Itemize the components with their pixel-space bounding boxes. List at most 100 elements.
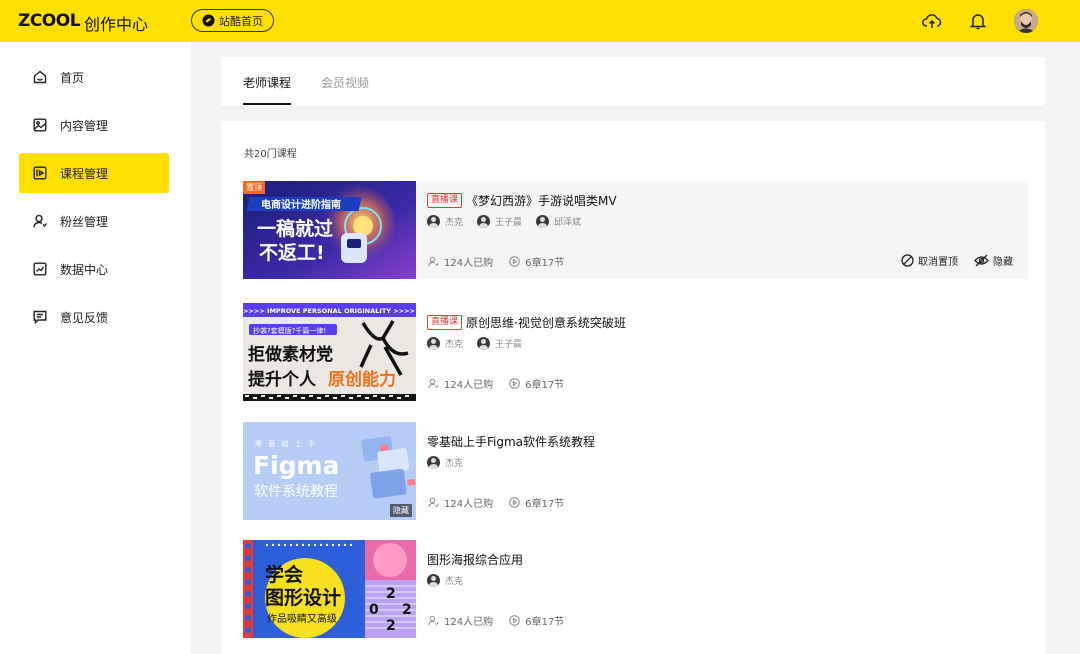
ban-icon xyxy=(901,254,914,267)
course-item[interactable]: >>>> IMPROVE PERSONAL ORIGINALITY >>>> 抄… xyxy=(243,303,1028,401)
thumb-text: 一稿就过 xyxy=(257,217,333,240)
course-title[interactable]: 零基础上手Figma软件系统教程 xyxy=(427,433,595,450)
user-icon xyxy=(428,615,439,626)
tab-bar: 老师课程 会员视频 xyxy=(221,57,1045,106)
teacher-name: 杰克 xyxy=(445,340,464,350)
user-icon xyxy=(428,256,439,267)
zcool-home-button[interactable]: 站酷首页 xyxy=(191,9,274,32)
feedback-icon xyxy=(32,310,47,325)
teacher: 杰克 xyxy=(427,574,463,587)
sidebar-item-label: 粉丝管理 xyxy=(60,214,109,229)
live-tag: 直播课 xyxy=(427,193,463,208)
play-circle-icon xyxy=(509,256,520,267)
course-thumbnail[interactable]: 电商设计进阶指南 一稿就过 不返工! 置顶 xyxy=(243,181,416,279)
sidebar-item-data[interactable]: 数据中心 xyxy=(19,249,169,289)
sidebar-item-content[interactable]: 内容管理 xyxy=(19,105,169,145)
teacher: 王子晨 xyxy=(477,215,522,228)
unpin-label: 取消置顶 xyxy=(918,257,958,268)
pinned-badge: 置顶 xyxy=(243,181,265,194)
sidebar-item-home[interactable]: 首页 xyxy=(19,57,169,97)
user-icon xyxy=(428,497,439,508)
tab-member-videos[interactable]: 会员视频 xyxy=(321,74,369,91)
chapters-stat: 6章17节 xyxy=(509,613,564,628)
play-circle-icon xyxy=(509,378,520,389)
chart-icon xyxy=(32,262,47,277)
teacher-name: 杰克 xyxy=(445,459,464,469)
hide-button[interactable]: 隐藏 xyxy=(974,253,1013,268)
course-title[interactable]: 《梦幻西游》手游说唱类MV xyxy=(466,192,617,209)
sidebar-item-feedback[interactable]: 意见反馈 xyxy=(19,297,169,337)
unpin-button[interactable]: 取消置顶 xyxy=(901,253,958,268)
course-count: 共20门课程 xyxy=(244,149,297,160)
tab-teacher-courses[interactable]: 老师课程 xyxy=(243,74,291,91)
buyers-stat: 124人已购 xyxy=(428,495,493,510)
teacher: 杰克 xyxy=(427,215,463,228)
thumb-text: 图形设计 xyxy=(265,587,341,609)
teacher-list: 杰克 王子晨 邱泽斌 xyxy=(427,215,581,228)
course-thumbnail[interactable]: 学会 图形设计 作品吸睛又高级 2 0 2 2 xyxy=(243,540,416,638)
thumb-text: 软件系统教程 xyxy=(254,484,338,500)
teacher-name: 王子晨 xyxy=(495,218,523,228)
course-item[interactable]: 学会 图形设计 作品吸睛又高级 2 0 2 2 图形海报综合应用 杰克 124人… xyxy=(243,540,1028,638)
top-header: ZCOOL 创作中心 站酷首页 xyxy=(0,0,1080,42)
thumb-text: 电商设计进阶指南 xyxy=(261,198,341,211)
buyers-stat: 124人已购 xyxy=(428,254,493,269)
course-stats: 124人已购 6章17节 xyxy=(428,613,564,628)
teacher-avatar xyxy=(477,215,491,228)
chapters-stat: 6章17节 xyxy=(509,254,564,269)
hidden-badge: 隐藏 xyxy=(390,504,412,517)
play-circle-icon xyxy=(509,497,520,508)
thumb-text: 2 xyxy=(386,586,396,602)
course-title[interactable]: 原创思维·视觉创意系统突破班 xyxy=(466,314,626,331)
buyers-stat: 124人已购 xyxy=(428,613,493,628)
upload-icon[interactable] xyxy=(921,10,943,32)
teacher-avatar xyxy=(536,215,550,228)
chapters-count: 6章17节 xyxy=(525,617,565,628)
thumb-text: 抄袭?套模版?千篇一律! xyxy=(253,326,326,335)
teacher-list: 杰克 xyxy=(427,574,463,587)
course-thumbnail[interactable]: >>>> IMPROVE PERSONAL ORIGINALITY >>>> 抄… xyxy=(243,303,416,401)
course-stats: 124人已购 6章17节 xyxy=(428,254,564,269)
live-tag: 直播课 xyxy=(427,315,463,330)
eye-off-icon xyxy=(974,254,989,267)
bell-icon[interactable] xyxy=(967,10,989,32)
sidebar-item-label: 意见反馈 xyxy=(60,310,109,325)
sidebar-item-courses[interactable]: 课程管理 xyxy=(19,153,169,193)
play-circle-icon xyxy=(509,615,520,626)
sidebar-item-label: 首页 xyxy=(60,70,85,85)
chapters-count: 6章17节 xyxy=(525,258,565,269)
zcool-logo[interactable]: ZCOOL xyxy=(18,11,81,31)
course-stats: 124人已购 6章17节 xyxy=(428,495,564,510)
chapters-count: 6章17节 xyxy=(525,380,565,391)
zcool-bird-icon xyxy=(202,14,215,27)
course-title-row: 直播课 《梦幻西游》手游说唱类MV xyxy=(427,192,617,209)
image-icon xyxy=(32,118,47,133)
course-title-row: 直播课 原创思维·视觉创意系统突破班 xyxy=(427,314,626,331)
teacher: 杰克 xyxy=(427,337,463,350)
teacher-name: 杰克 xyxy=(445,218,464,228)
buyers-count: 124人已购 xyxy=(444,499,494,510)
course-actions: 取消置顶 隐藏 xyxy=(901,253,1013,268)
course-title[interactable]: 图形海报综合应用 xyxy=(427,551,523,568)
teacher-name: 邱泽斌 xyxy=(554,218,582,228)
course-icon xyxy=(32,166,47,181)
buyers-count: 124人已购 xyxy=(444,380,494,391)
chapters-stat: 6章17节 xyxy=(509,495,564,510)
sidebar-item-fans[interactable]: 粉丝管理 xyxy=(19,201,169,241)
thumb-text: 不返工! xyxy=(259,242,325,264)
course-item[interactable]: 电商设计进阶指南 一稿就过 不返工! 置顶 直播课 《梦幻西游》手游说唱类MV … xyxy=(243,181,1028,279)
teacher-list: 杰克 王子晨 xyxy=(427,337,522,350)
course-item[interactable]: 零 基 础 上 手 Figma 软件系统教程 隐藏 零基础上手Figma软件系统… xyxy=(243,422,1028,520)
user-avatar[interactable] xyxy=(1014,9,1038,33)
teacher-avatar xyxy=(427,456,440,469)
teacher-avatar xyxy=(427,337,440,350)
user-icon xyxy=(428,378,439,389)
buyers-count: 124人已购 xyxy=(444,258,494,269)
home-icon xyxy=(32,70,47,85)
thumb-text: 学会 xyxy=(265,563,303,586)
user-icon xyxy=(32,214,47,229)
thumb-text: 0 xyxy=(369,602,379,618)
course-thumbnail[interactable]: 零 基 础 上 手 Figma 软件系统教程 隐藏 xyxy=(243,422,416,520)
teacher-name: 杰克 xyxy=(445,577,464,587)
course-list-card: 共20门课程 电商设计进阶指南 一稿就过 不返工! 置顶 直播课 《梦幻西游》手… xyxy=(221,121,1045,654)
